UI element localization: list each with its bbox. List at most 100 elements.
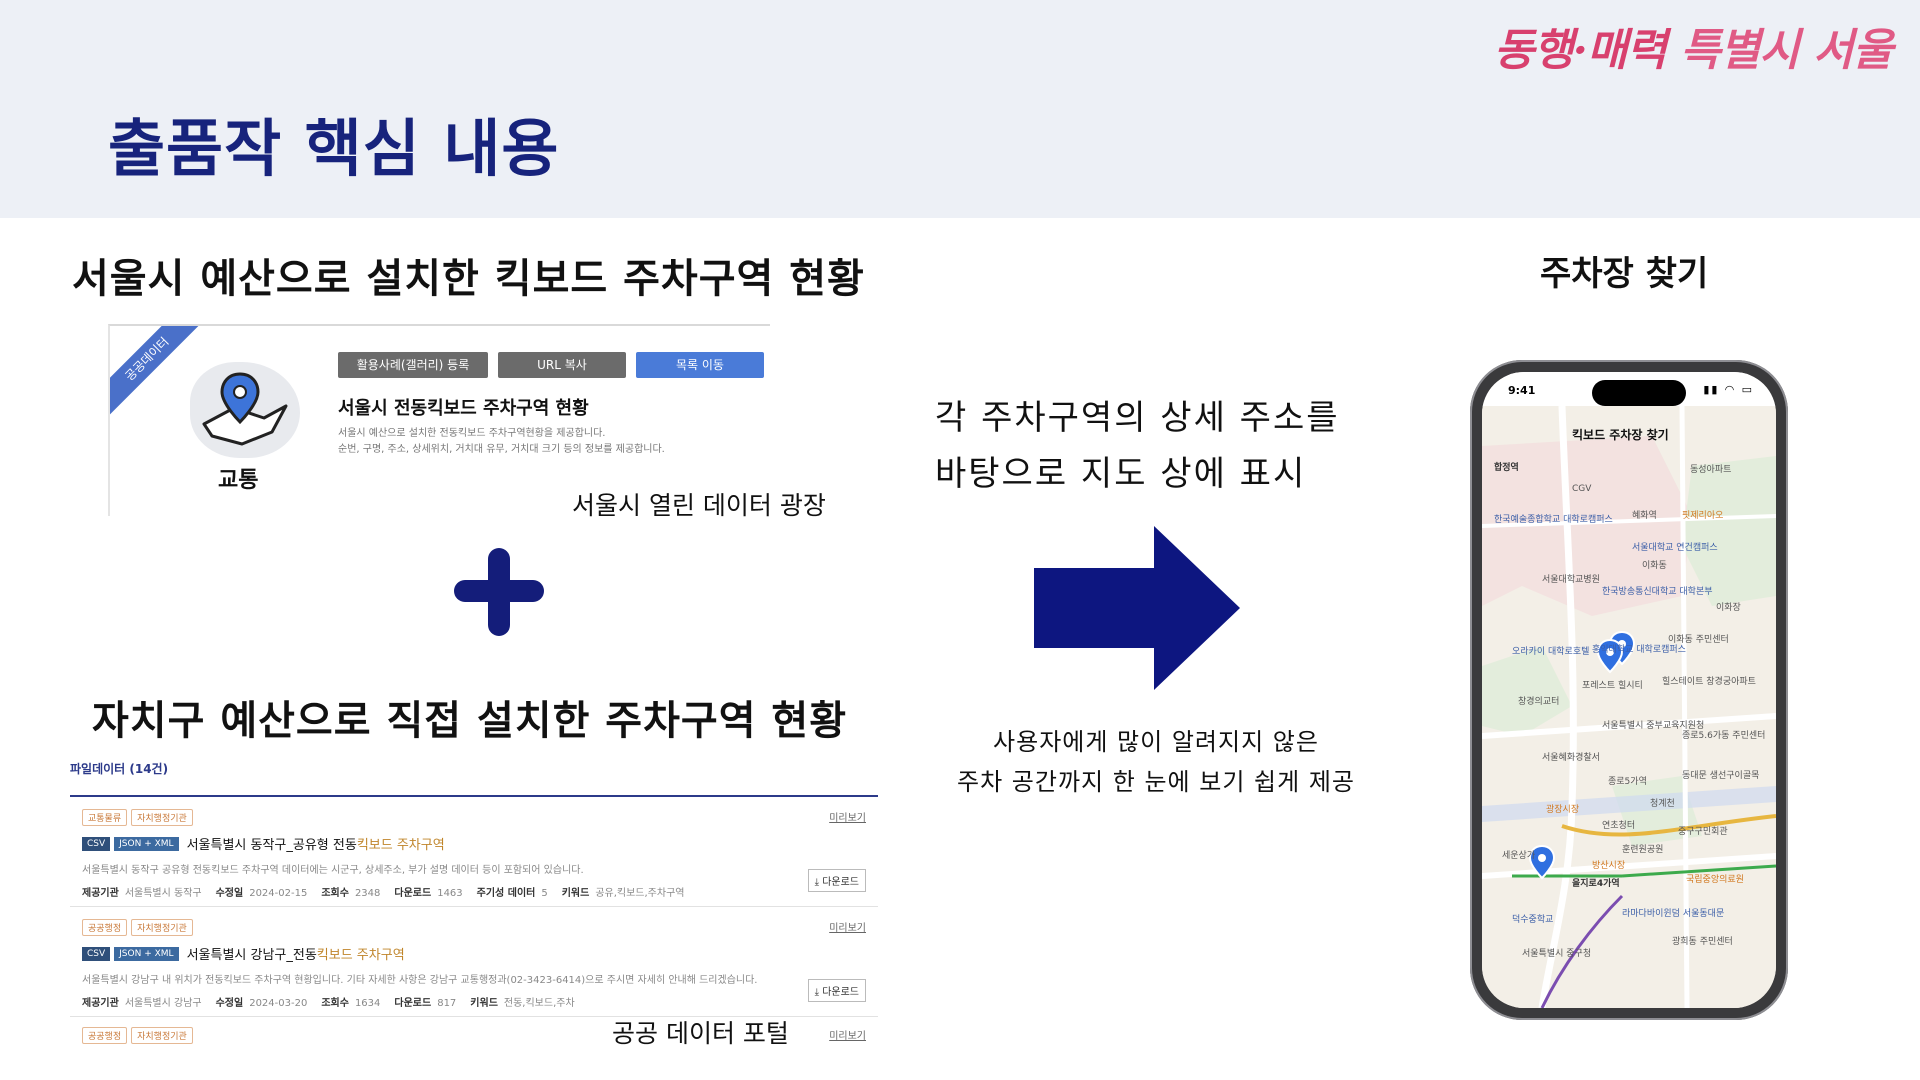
benefit-text: 사용자에게 많이 알려지지 않은 주차 공간까지 한 눈에 보기 쉽게 제공 bbox=[936, 722, 1376, 802]
register-gallery-button[interactable]: 활용사례(갤러리) 등록 bbox=[338, 352, 488, 378]
periodic-value: 5 bbox=[541, 888, 548, 899]
map-label: 연초청터 bbox=[1602, 821, 1636, 831]
provider-label: 제공기관 bbox=[82, 888, 119, 899]
dataset-description-line1: 서울시 예산으로 설치한 전동킥보드 주차구역현황을 제공합니다. bbox=[338, 428, 606, 439]
seoul-open-data-source: 서울시 열린 데이터 광장 bbox=[572, 491, 826, 520]
map-label: 청계천 bbox=[1650, 799, 1675, 809]
downloads-value: 1463 bbox=[437, 888, 463, 899]
dataset-meta: 제공기관 서울특별시 강남구 수정일 2024-03-20 조회수 1634 다운로드… bbox=[82, 994, 866, 1009]
dataset-title: 서울시 전동킥보드 주차구역 현황 bbox=[338, 398, 589, 419]
map-label: 을지로4가역 bbox=[1572, 879, 1620, 889]
benefit-line1: 사용자에게 많이 알려지지 않은 bbox=[993, 728, 1319, 756]
downloads-value: 817 bbox=[437, 998, 457, 1009]
dataset-name-prefix: 서울특별시 강남구_전동 bbox=[186, 948, 317, 963]
map-label: 방산시장 bbox=[1592, 861, 1626, 871]
map-label: 동성아파트 bbox=[1690, 465, 1732, 475]
map-display-line2: 바탕으로 지도 상에 표시 bbox=[935, 454, 1307, 494]
map-label: 동대문 생선구이골목 bbox=[1682, 771, 1760, 781]
map-pin-icon bbox=[202, 372, 288, 446]
brand-logo-part2: 특별시 서울 bbox=[1680, 25, 1893, 76]
provider-label: 제공기관 bbox=[82, 998, 119, 1009]
keyword-label: 키워드 bbox=[470, 998, 498, 1009]
periodic-label: 주기성 데이터 bbox=[476, 888, 536, 899]
downloads-label: 다운로드 bbox=[394, 998, 432, 1009]
map-label: 핏제리아오 bbox=[1682, 511, 1724, 521]
dataset-description-line2: 순번, 구명, 주소, 상세위치, 거치대 유무, 거치대 크기 등의 정보를 … bbox=[338, 444, 665, 455]
app-title: 킥보드 주차장 찾기 bbox=[1572, 428, 1669, 442]
keyword-value: 전동,킥보드,주차 bbox=[503, 998, 575, 1009]
list-item: 교통물류 자치행정기관 미리보기 CSV JSON + XML 서울특별시 동작… bbox=[70, 797, 878, 907]
download-icon: ⤓ bbox=[814, 987, 819, 998]
map-label: 이화동 bbox=[1642, 561, 1667, 571]
keyword-value: 공유,킥보드,주차구역 bbox=[595, 888, 685, 899]
dataset-name-prefix: 서울특별시 동작구_공유형 전동 bbox=[186, 838, 357, 853]
download-button[interactable]: ⤓ 다운로드 bbox=[807, 869, 866, 892]
public-data-portal-list: 파일데이터 (14건) 교통물류 자치행정기관 미리보기 CSV JSON + … bbox=[70, 760, 878, 1050]
benefit-line2: 주차 공간까지 한 눈에 보기 쉽게 제공 bbox=[957, 768, 1355, 796]
map-label: 종로5.6가동 주민센터 bbox=[1682, 731, 1766, 741]
provider-value: 서울특별시 동작구 bbox=[124, 888, 202, 899]
map-display-text: 각 주차구역의 상세 주소를 바탕으로 지도 상에 표시 bbox=[935, 390, 1375, 502]
map-label: 중구구민회관 bbox=[1678, 827, 1728, 837]
preview-link[interactable]: 미리보기 bbox=[829, 809, 866, 824]
map-label: 힐스테이트 창경궁아파트 bbox=[1662, 677, 1756, 687]
file-data-header: 파일데이터 (14건) bbox=[70, 760, 878, 797]
dataset-desc: 서울특별시 강남구 내 위치가 전동킥보드 주차구역 현황입니다. 기타 자세한… bbox=[82, 975, 758, 986]
public-data-portal-source: 공공 데이터 포털 bbox=[612, 1019, 789, 1048]
phone-mockup: 9:41 ▮▮ ◠ ▭ 킥보드 주차장 찾기 합정역 CGV 동성아파트 한국예… bbox=[1470, 360, 1788, 1020]
map-label: 서울대학교병원 bbox=[1542, 575, 1600, 585]
dataset-meta: 제공기관 서울특별시 동작구 수정일 2024-02-15 조회수 2348 다운로드… bbox=[82, 884, 866, 899]
phone-screen: 9:41 ▮▮ ◠ ▭ 킥보드 주차장 찾기 합정역 CGV 동성아파트 한국예… bbox=[1482, 372, 1776, 1008]
dataset-description: 서울시 예산으로 설치한 전동킥보드 주차구역현황을 제공합니다. 순번, 구명… bbox=[338, 426, 758, 458]
map-label: 국립중앙의료원 bbox=[1686, 875, 1744, 885]
json-xml-badge: JSON + XML bbox=[114, 946, 179, 961]
dataset-name[interactable]: 서울특별시 강남구_전동킥보드 주차구역 bbox=[187, 944, 405, 963]
modified-label: 수정일 bbox=[215, 998, 244, 1009]
dataset-name[interactable]: 서울특별시 동작구_공유형 전동킥보드 주차구역 bbox=[187, 834, 445, 853]
downloads-label: 다운로드 bbox=[394, 888, 432, 899]
copy-url-button[interactable]: URL 복사 bbox=[498, 352, 626, 378]
district-data-heading: 자치구 예산으로 직접 설치한 주차구역 현황 bbox=[92, 698, 848, 744]
dataset-name-highlight: 킥보드 주차구역 bbox=[356, 838, 445, 853]
views-label: 조회수 bbox=[321, 888, 349, 899]
dataset-desc: 서울특별시 동작구 공유형 전동킥보드 주차구역 데이터에는 시군구, 상세주소… bbox=[82, 865, 584, 876]
csv-badge: CSV bbox=[82, 946, 111, 961]
map-label: 이화장 bbox=[1716, 603, 1741, 613]
download-button[interactable]: ⤓ 다운로드 bbox=[807, 979, 866, 1002]
views-value: 1634 bbox=[354, 998, 381, 1009]
org-type-tag: 자치행정기관 bbox=[131, 1027, 193, 1044]
header-band: 출품작 핵심 내용 동행·매력 특별시 서울 bbox=[0, 0, 1920, 218]
map-label: 포레스트 힐시티 bbox=[1582, 681, 1643, 691]
views-label: 조회수 bbox=[321, 998, 349, 1009]
preview-link[interactable]: 미리보기 bbox=[829, 1027, 866, 1042]
modified-value: 2024-03-20 bbox=[249, 998, 308, 1009]
map-label: 세운상가 bbox=[1502, 851, 1536, 861]
map-display-line1: 각 주차구역의 상세 주소를 bbox=[935, 398, 1340, 438]
brand-logo-part1: 동행·매력 bbox=[1493, 25, 1667, 76]
category-tag: 공공행정 bbox=[82, 919, 128, 936]
map-label: 한국예술종합학교 대학로캠퍼스 bbox=[1494, 515, 1613, 525]
download-label: 다운로드 bbox=[822, 987, 859, 998]
right-arrow-icon bbox=[1034, 526, 1240, 690]
map-label: 광희동 주민센터 bbox=[1672, 937, 1733, 947]
org-type-tag: 자치행정기관 bbox=[131, 919, 193, 936]
list-item: 공공행정 자치행정기관 미리보기 CSV JSON + XML 서울특별시 강남… bbox=[70, 907, 878, 1017]
modified-label: 수정일 bbox=[215, 888, 244, 899]
card-button-row: 활용사례(갤러리) 등록 URL 복사 목록 이동 bbox=[338, 352, 764, 378]
map-label: 종로5가역 bbox=[1608, 777, 1647, 787]
brand-logo: 동행·매력 특별시 서울 bbox=[1493, 14, 1893, 78]
dataset-name-highlight: 킥보드 주차구역 bbox=[316, 948, 405, 963]
map-label: 오라카이 대학로호텔 bbox=[1512, 647, 1590, 657]
csv-badge: CSV bbox=[82, 836, 111, 851]
category-label: 교통 bbox=[218, 468, 259, 493]
map-label: 광장시장 bbox=[1546, 805, 1580, 815]
seoul-data-heading: 서울시 예산으로 설치한 킥보드 주차구역 현황 bbox=[72, 256, 865, 302]
go-to-list-button[interactable]: 목록 이동 bbox=[636, 352, 764, 378]
views-value: 2348 bbox=[354, 888, 381, 899]
map-label: 훈련원공원 bbox=[1622, 845, 1664, 855]
map-label: 서울혜화경찰서 bbox=[1542, 753, 1600, 763]
preview-link[interactable]: 미리보기 bbox=[829, 919, 866, 934]
phone-label: 주차장 찾기 bbox=[1540, 254, 1709, 294]
map-label: 서울특별시 중구청 bbox=[1522, 949, 1592, 959]
dynamic-island bbox=[1592, 380, 1686, 406]
